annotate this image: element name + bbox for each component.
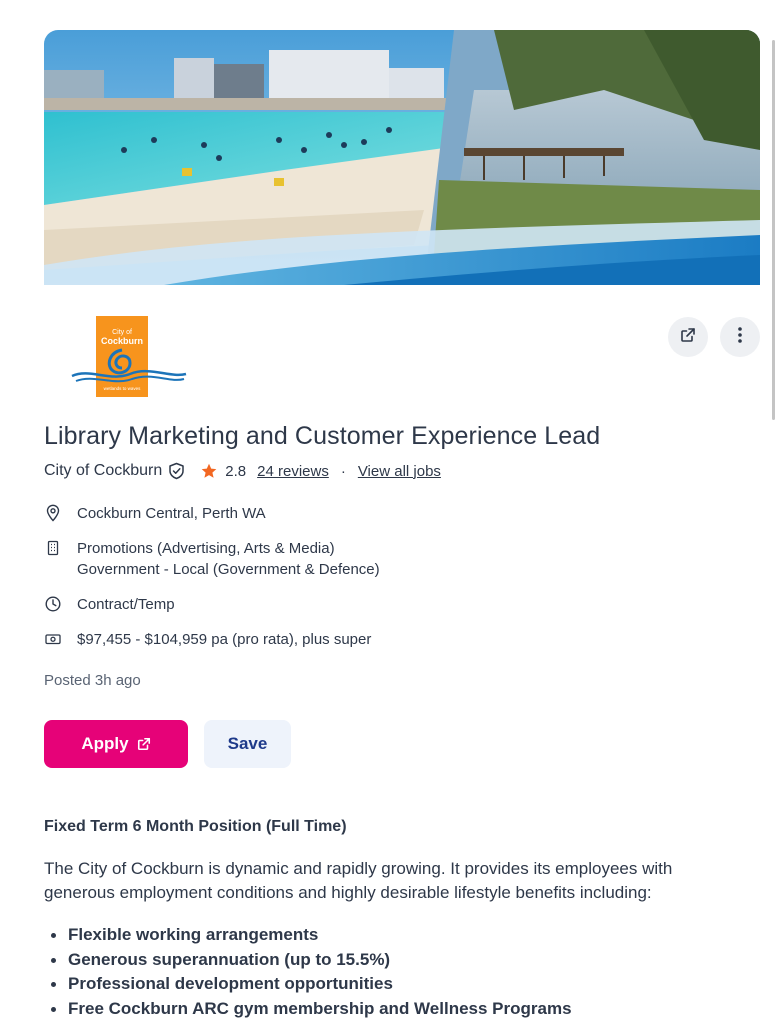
salary-text: $97,455 - $104,959 pa (pro rata), plus s… bbox=[77, 631, 372, 648]
job-title: Library Marketing and Customer Experienc… bbox=[44, 422, 601, 450]
company-rating-row: City of Cockburn 2.8 24 reviews · View a… bbox=[44, 460, 441, 482]
rating-value: 2.8 bbox=[225, 462, 247, 480]
work-type-text: Contract/Temp bbox=[77, 596, 175, 613]
cover-banner-image bbox=[44, 30, 760, 285]
description-heading: Fixed Term 6 Month Position (Full Time) bbox=[44, 818, 347, 835]
money-icon bbox=[44, 629, 62, 649]
scrollbar-track[interactable] bbox=[770, 0, 776, 1031]
star-icon bbox=[201, 463, 217, 479]
external-link-icon bbox=[137, 737, 151, 751]
posted-time: Posted 3h ago bbox=[44, 672, 141, 689]
salary-row: $97,455 - $104,959 pa (pro rata), plus s… bbox=[44, 629, 371, 650]
separator-dot: · bbox=[340, 462, 346, 480]
list-item: Flexible working arrangements bbox=[44, 923, 572, 948]
company-name[interactable]: City of Cockburn bbox=[44, 462, 162, 480]
save-button[interactable]: Save bbox=[204, 720, 291, 768]
location-row: Cockburn Central, Perth WA bbox=[44, 503, 266, 524]
external-link-icon bbox=[680, 327, 696, 348]
shield-check-icon[interactable] bbox=[168, 462, 185, 480]
more-vertical-icon bbox=[737, 326, 743, 349]
list-item: Professional development opportunities bbox=[44, 972, 572, 997]
reviews-link[interactable]: 24 reviews bbox=[257, 463, 329, 480]
classification-primary: Promotions (Advertising, Arts & Media) bbox=[77, 540, 335, 557]
share-external-button[interactable] bbox=[668, 317, 708, 357]
list-item: Free Cockburn ARC gym membership and Wel… bbox=[44, 997, 572, 1022]
scrollbar-thumb[interactable] bbox=[772, 40, 775, 420]
classification-row: Promotions (Advertising, Arts & Media) G… bbox=[44, 538, 380, 580]
description-intro: The City of Cockburn is dynamic and rapi… bbox=[44, 859, 673, 902]
save-button-label: Save bbox=[227, 734, 268, 753]
work-type-row: Contract/Temp bbox=[44, 594, 175, 615]
logo-text-top: City of bbox=[112, 329, 132, 336]
more-options-button[interactable] bbox=[720, 317, 760, 357]
company-logo[interactable]: City of Cockburn wetlands to waves bbox=[70, 316, 188, 400]
location-pin-icon bbox=[44, 503, 62, 523]
apply-button-label: Apply bbox=[81, 734, 129, 753]
view-all-jobs-link[interactable]: View all jobs bbox=[358, 463, 441, 480]
benefits-list: Flexible working arrangements Generous s… bbox=[44, 923, 572, 1021]
location-text: Cockburn Central, Perth WA bbox=[77, 505, 266, 522]
clock-icon bbox=[44, 594, 62, 614]
classification-secondary: Government - Local (Government & Defence… bbox=[77, 561, 380, 578]
logo-text-main: Cockburn bbox=[101, 336, 143, 346]
apply-button[interactable]: Apply bbox=[44, 720, 188, 768]
list-item: Generous superannuation (up to 15.5%) bbox=[44, 948, 572, 973]
logo-tagline: wetlands to waves bbox=[104, 386, 142, 391]
building-icon bbox=[44, 538, 62, 558]
